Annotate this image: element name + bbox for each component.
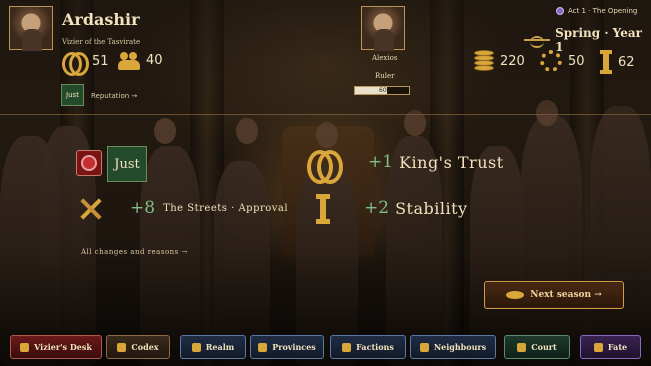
crossed-tools-icon — [78, 196, 104, 222]
nav-fate[interactable]: Fate — [580, 335, 641, 359]
castle-icon — [191, 342, 201, 352]
reputation-link[interactable]: Reputation → — [91, 92, 137, 100]
laurel-icon — [524, 36, 551, 48]
ruler-favor-bar: 60 — [354, 86, 410, 95]
approval-value: 50 — [568, 53, 585, 69]
stability-effect-name: Stability — [395, 198, 468, 218]
nav-neighbours[interactable]: Neighbours — [410, 335, 496, 359]
act-label: Act 1 · The Opening — [568, 7, 638, 15]
emblem-icon — [506, 291, 525, 299]
stability-value: 62 — [618, 54, 635, 70]
nav-label: Realm — [205, 342, 235, 352]
next-season-button[interactable]: Next season → — [484, 281, 624, 309]
gold-value: 220 — [500, 53, 525, 69]
ruler-name: Alexios — [372, 54, 398, 62]
trust-change: +1 King's Trust — [368, 152, 504, 172]
scroll-icon — [419, 342, 429, 352]
nav-label: Court — [531, 342, 557, 352]
star-icon — [593, 342, 603, 352]
streets-change: +8 The Streets · Approval — [130, 198, 288, 218]
helmet-icon — [118, 50, 140, 70]
choice-badge: Just — [107, 146, 147, 182]
nav-provinces[interactable]: Provinces — [250, 335, 324, 359]
people-icon — [342, 342, 352, 352]
player-title: Vizier of the Tasvirate — [62, 38, 141, 46]
act-indicator: Act 1 · The Opening — [556, 7, 637, 15]
seal-icon — [76, 150, 102, 176]
nav-viziers-desk[interactable]: Vizier's Desk — [10, 335, 102, 359]
courtier-head — [236, 118, 258, 144]
next-season-label: Next season → — [530, 290, 602, 300]
ruler-favor-label: 60 — [379, 87, 387, 94]
stability-stat[interactable]: 62 — [600, 50, 635, 74]
divider — [0, 114, 651, 115]
nav-court[interactable]: Court — [504, 335, 570, 359]
all-changes-link[interactable]: All changes and reasons → — [81, 248, 188, 256]
nav-codex[interactable]: Codex — [106, 335, 170, 359]
player-name: Ardashir — [62, 10, 140, 29]
nav-realm[interactable]: Realm — [180, 335, 246, 359]
nav-label: Factions — [356, 342, 394, 352]
player-portrait[interactable] — [9, 6, 53, 51]
globe-icon — [258, 342, 268, 352]
act-dot-icon — [556, 7, 564, 15]
stability-change: +2 Stability — [364, 198, 468, 218]
courtier-head — [154, 118, 176, 144]
stability-delta: +2 — [364, 198, 390, 218]
coins-icon — [474, 50, 494, 72]
nav-factions[interactable]: Factions — [330, 335, 406, 359]
rings-icon — [62, 50, 89, 76]
ruler-role: Ruler — [375, 72, 395, 80]
desk-icon — [20, 342, 30, 352]
rings-icon — [306, 148, 343, 184]
nav-label: Fate — [607, 342, 628, 352]
soldiers-value: 40 — [146, 52, 163, 68]
ruler-portrait[interactable] — [361, 6, 405, 51]
streets-effect-name: The Streets · Approval — [163, 202, 289, 214]
nav-label: Codex — [131, 342, 159, 352]
nav-label: Neighbours — [433, 342, 487, 352]
nav-label: Vizier's Desk — [34, 342, 92, 352]
trust-stat[interactable]: 51 — [62, 50, 109, 76]
streets-delta: +8 — [130, 198, 156, 218]
bottom-nav: Vizier's Desk Codex Realm Provinces Fact… — [0, 332, 651, 366]
book-icon — [117, 342, 127, 352]
crown-icon — [517, 342, 527, 352]
trust-delta: +1 — [368, 152, 394, 172]
wreath-icon — [540, 50, 562, 72]
pillar-icon — [316, 194, 330, 224]
approval-stat[interactable]: 50 — [540, 50, 585, 72]
trust-effect-name: King's Trust — [399, 152, 504, 172]
king-head — [316, 122, 338, 148]
pillar-icon — [600, 50, 612, 74]
reputation-badge[interactable]: Just — [61, 84, 84, 106]
gold-stat[interactable]: 220 — [474, 50, 525, 72]
soldiers-stat[interactable]: 40 — [118, 50, 163, 70]
nav-label: Provinces — [272, 342, 316, 352]
trust-value: 51 — [92, 53, 109, 69]
